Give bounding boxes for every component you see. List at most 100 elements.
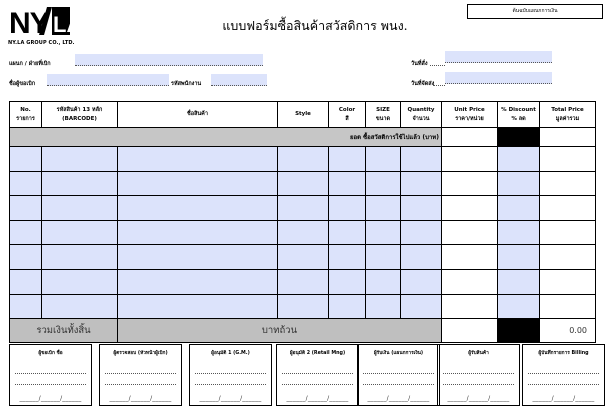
cell[interactable] (365, 244, 401, 270)
department-input[interactable] (75, 54, 263, 66)
signature-line (282, 384, 353, 385)
cell[interactable] (277, 219, 329, 246)
order-date-input[interactable] (445, 51, 552, 63)
signature-line (528, 384, 599, 385)
cell[interactable] (328, 244, 366, 270)
previous-cell[interactable] (539, 127, 596, 147)
cell[interactable] (328, 293, 366, 320)
signature-box[interactable]: ผู้รับสินค้า ______/______/______ (437, 344, 520, 406)
employee-id-input[interactable] (211, 74, 267, 86)
cell[interactable] (277, 146, 329, 172)
signature-box[interactable]: ผู้อนุมัติ 1 (G.M.) ______/______/______ (189, 344, 272, 406)
grand-total-cell[interactable] (441, 318, 498, 344)
cell[interactable] (117, 219, 278, 246)
signature-box[interactable]: ผู้รับเงิน (แผนกการเงิน) ______/______/_… (357, 344, 440, 406)
cell[interactable] (441, 195, 498, 221)
cell[interactable] (9, 146, 42, 172)
grand-total-label: รวมเงินทั้งสิ้น (9, 318, 118, 344)
cell[interactable] (400, 293, 442, 320)
cell[interactable] (117, 244, 278, 270)
cell[interactable] (41, 170, 118, 197)
signature-box[interactable]: ผู้ขอเบิก ชื่อ ______/______/______ (9, 344, 92, 406)
cell[interactable] (400, 146, 442, 172)
cell[interactable] (497, 219, 540, 246)
cell[interactable] (365, 293, 401, 320)
previous-cell[interactable] (441, 127, 498, 147)
cell[interactable] (539, 170, 596, 197)
cell[interactable] (365, 146, 401, 172)
signature-line (443, 373, 514, 374)
cell[interactable] (441, 244, 498, 270)
header-total-price: Total Price มูลค่ารวม (539, 101, 596, 128)
cell[interactable] (497, 293, 540, 320)
cell[interactable] (497, 195, 540, 221)
cell[interactable] (441, 293, 498, 320)
cell[interactable] (9, 268, 42, 295)
cell[interactable] (400, 170, 442, 197)
cell[interactable] (441, 268, 498, 295)
cell[interactable] (9, 195, 42, 221)
cell[interactable] (277, 170, 329, 197)
cell[interactable] (41, 293, 118, 320)
cell[interactable] (497, 268, 540, 295)
signature-title: ผู้อนุมัติ 1 (G.M.) (211, 351, 250, 356)
cell[interactable] (441, 146, 498, 172)
cell[interactable] (9, 219, 42, 246)
cell[interactable] (117, 146, 278, 172)
signature-box[interactable]: ผู้ตรวจสอบ (หัวหน้าผู้เบิก) ______/_____… (99, 344, 182, 406)
cell[interactable] (365, 195, 401, 221)
cell[interactable] (9, 170, 42, 197)
header-product-name: ชื่อสินค้า (117, 101, 278, 128)
cell[interactable] (400, 195, 442, 221)
cell[interactable] (41, 219, 118, 246)
signature-box[interactable]: ผู้บันทึกรายการ Billing ______/______/__… (522, 344, 605, 406)
cell[interactable] (117, 268, 278, 295)
requester-input[interactable] (47, 74, 169, 86)
cell[interactable] (441, 219, 498, 246)
signature-line (105, 384, 176, 385)
cell[interactable] (539, 293, 596, 320)
cell[interactable] (41, 244, 118, 270)
cell[interactable] (277, 195, 329, 221)
cell[interactable] (328, 170, 366, 197)
cell[interactable] (117, 293, 278, 320)
cell[interactable] (539, 146, 596, 172)
company-name: NY.LA GROUP CO., LTD. (8, 40, 75, 46)
signature-title: ผู้รับสินค้า (468, 351, 489, 356)
svg-text:LA: LA (53, 12, 70, 37)
cell[interactable] (365, 268, 401, 295)
cell[interactable] (400, 244, 442, 270)
cell[interactable] (9, 244, 42, 270)
order-table: No. รายการ รหัสสินค้า 13 หลัก (BARCODE) ชื… (9, 101, 596, 344)
cell[interactable] (277, 293, 329, 320)
department-label: แผนก / ฝ่ายที่เบิก (9, 61, 51, 67)
cell[interactable] (328, 219, 366, 246)
cell[interactable] (497, 170, 540, 197)
cell[interactable] (328, 146, 366, 172)
cell[interactable] (365, 170, 401, 197)
header-color: Color สี (328, 101, 366, 128)
cell[interactable] (539, 268, 596, 295)
cell[interactable] (539, 219, 596, 246)
cell[interactable] (117, 195, 278, 221)
cell[interactable] (497, 244, 540, 270)
cell[interactable] (41, 268, 118, 295)
cell[interactable] (400, 219, 442, 246)
cell[interactable] (277, 268, 329, 295)
cell[interactable] (441, 170, 498, 197)
cell[interactable] (328, 268, 366, 295)
cell[interactable] (497, 146, 540, 172)
cell[interactable] (328, 195, 366, 221)
cell[interactable] (117, 170, 278, 197)
ship-date-input[interactable] (445, 72, 552, 84)
employee-id-label: รหัสพนักงาน (171, 81, 202, 87)
cell[interactable] (277, 244, 329, 270)
cell[interactable] (9, 293, 42, 320)
cell[interactable] (400, 268, 442, 295)
cell[interactable] (41, 146, 118, 172)
cell[interactable] (539, 244, 596, 270)
cell[interactable] (41, 195, 118, 221)
signature-box[interactable]: ผู้อนุมัติ 2 (Retail Mng) ______/______/… (276, 344, 359, 406)
cell[interactable] (365, 219, 401, 246)
cell[interactable] (539, 195, 596, 221)
